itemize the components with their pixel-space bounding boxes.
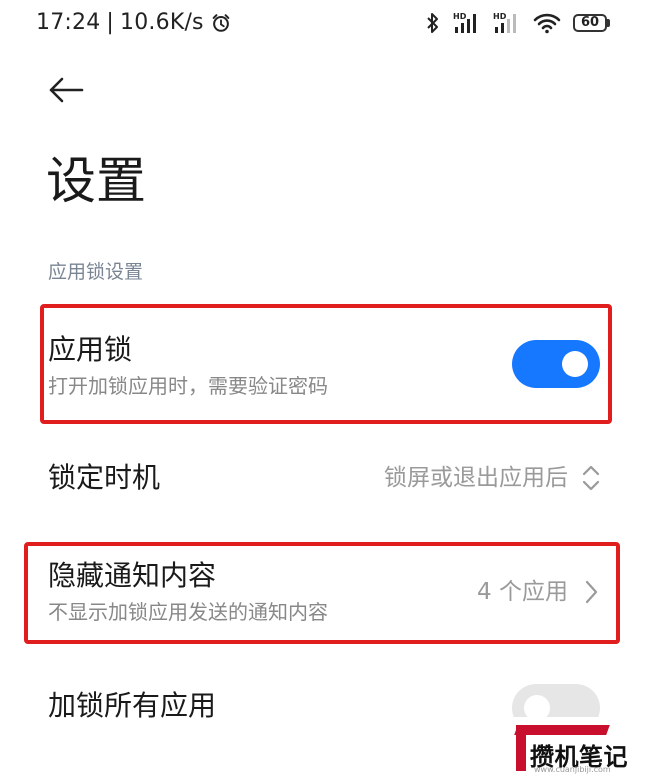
toggle-knob <box>562 351 588 377</box>
svg-text:HD: HD <box>453 12 467 21</box>
chevron-right-icon <box>585 580 598 604</box>
lock-timing-row[interactable]: 锁定时机 锁屏或退出应用后 <box>0 440 648 520</box>
hd-signal-icon: HD <box>453 12 476 33</box>
app-lock-toggle[interactable] <box>512 340 600 388</box>
app-lock-row[interactable]: 应用锁 打开加锁应用时，需要验证密码 <box>0 306 648 422</box>
hide-notification-value: 4 个应用 <box>477 579 568 605</box>
svg-text:HD: HD <box>493 12 507 21</box>
bluetooth-icon <box>427 13 438 33</box>
watermark-bar-side <box>516 725 526 771</box>
alarm-icon <box>212 13 230 32</box>
status-right: HD HD 60 <box>425 11 610 35</box>
battery-level: 60 <box>573 14 607 32</box>
wifi-icon <box>533 13 561 34</box>
watermark-url: www.cuanjibiji.com <box>534 765 611 774</box>
hide-notification-title: 隐藏通知内容 <box>48 559 217 592</box>
battery-icon: 60 <box>573 14 610 32</box>
status-left: 17:24 | 10.6K/s <box>36 10 232 35</box>
lock-timing-title: 锁定时机 <box>48 461 161 494</box>
lock-all-apps-title: 加锁所有应用 <box>48 689 217 722</box>
watermark-bar <box>514 725 610 735</box>
hide-notification-subtitle: 不显示加锁应用发送的通知内容 <box>48 600 328 624</box>
hide-notification-row[interactable]: 隐藏通知内容 不显示加锁应用发送的通知内容 4 个应用 <box>0 544 648 642</box>
battery-tip <box>607 19 610 27</box>
hd-signal-icon-2: HD <box>493 12 516 33</box>
app-lock-title: 应用锁 <box>48 333 133 366</box>
section-title: 应用锁设置 <box>48 261 144 283</box>
page-title: 设置 <box>46 152 146 210</box>
lock-timing-value: 锁屏或退出应用后 <box>384 465 568 491</box>
status-bar: 17:24 | 10.6K/s HD HD 60 <box>0 0 648 50</box>
app-lock-subtitle: 打开加锁应用时，需要验证密码 <box>48 374 328 398</box>
network-speed: 10.6K/s <box>120 10 204 35</box>
chevron-updown-icon <box>582 465 600 491</box>
back-button[interactable] <box>46 70 86 110</box>
back-arrow-icon <box>49 77 84 103</box>
status-time: 17:24 <box>36 10 101 35</box>
status-separator: | <box>106 10 115 35</box>
watermark-logo: 攒机笔记 www.cuanjibiji.com <box>508 717 648 777</box>
